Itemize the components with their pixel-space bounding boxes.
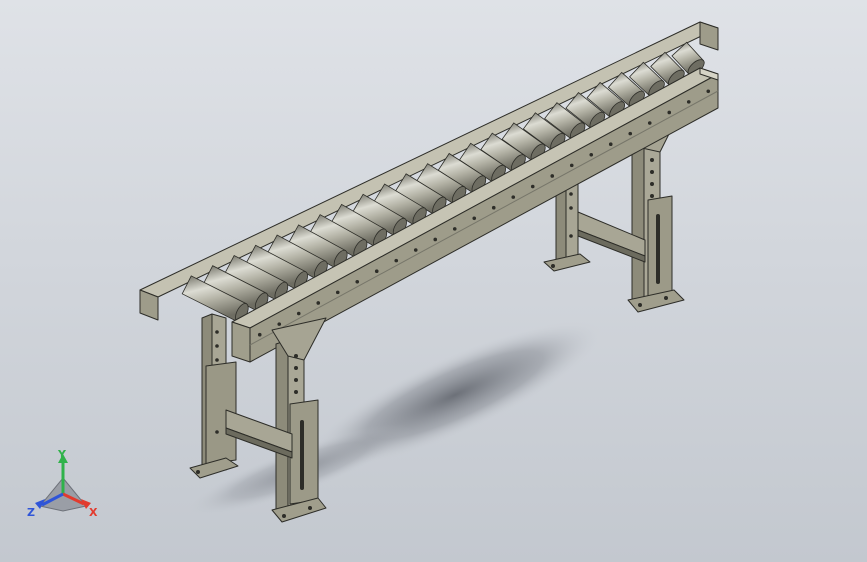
rail-bolt — [647, 121, 652, 125]
rail-bolt — [413, 248, 418, 252]
rail-bolt — [394, 258, 399, 263]
rail-bolt — [569, 163, 574, 168]
rail-bolt — [452, 227, 457, 231]
rail-bolt — [296, 311, 301, 316]
rail-bolt — [589, 152, 594, 157]
rail-bolt — [706, 89, 711, 94]
rail-bolt — [550, 174, 555, 178]
rail-bolt — [355, 279, 360, 284]
rail-bolt — [374, 269, 379, 274]
rail-bolt — [491, 205, 496, 210]
rail-bolt — [316, 301, 321, 305]
rail-bolt — [686, 100, 691, 104]
z-axis-label: Z — [27, 506, 35, 519]
axis-triad[interactable]: Y X Z — [22, 448, 104, 524]
rail-bolt — [433, 237, 438, 242]
rail-bolt — [472, 216, 477, 221]
rail-bolt — [257, 332, 262, 337]
roller-conveyor-model[interactable] — [0, 0, 867, 562]
rail-bolt — [667, 110, 672, 115]
rail-bolt — [335, 290, 340, 295]
rail-bolt — [530, 184, 535, 189]
rail-bolt — [511, 195, 516, 199]
rail-bolt — [628, 131, 633, 136]
roller-bed — [181, 41, 705, 323]
graphics-viewport[interactable]: Y X Z — [0, 0, 867, 562]
y-axis-label: Y — [57, 448, 67, 461]
x-axis-label: X — [89, 506, 98, 519]
rail-bolt — [608, 142, 613, 147]
rail-bolt — [277, 322, 282, 326]
